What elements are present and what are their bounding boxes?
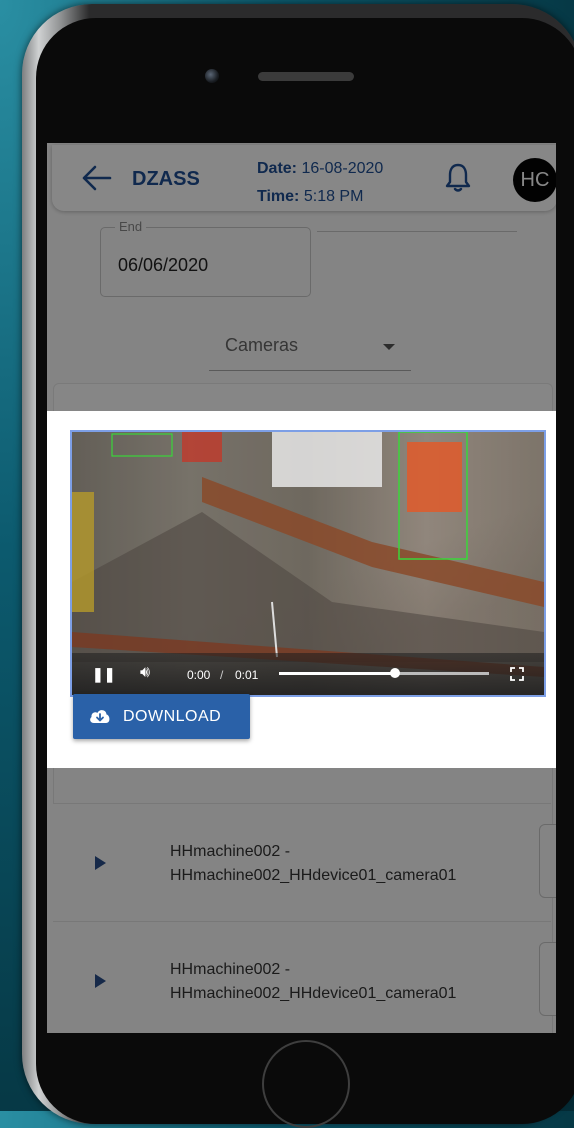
- play-icon[interactable]: [95, 856, 106, 870]
- earpiece-speaker: [258, 72, 354, 81]
- end-date-value: 06/06/2020: [118, 255, 209, 275]
- recording-machine: HHmachine002 -: [170, 961, 291, 978]
- recording-machine: HHmachine002 -: [170, 843, 291, 860]
- next-field-border: [317, 231, 517, 232]
- back-arrow-icon[interactable]: [82, 165, 112, 191]
- recording-name: HHmachine002 - HHmachine002_HHdevice01_c…: [170, 958, 456, 1006]
- app-title: DZASS: [132, 168, 200, 190]
- camera-select-label: Cameras: [225, 335, 299, 355]
- seek-bar[interactable]: [279, 668, 489, 678]
- download-label: DOWNLOAD: [123, 708, 222, 725]
- end-date-label: End: [115, 219, 147, 234]
- download-button[interactable]: DOWNLOAD: [73, 694, 250, 739]
- seek-handle[interactable]: [389, 668, 400, 678]
- volume-icon[interactable]: 🔊︎: [140, 664, 150, 682]
- avatar[interactable]: HC: [513, 158, 556, 202]
- date-time: Date: 16-08-2020 Time: 5:18 PM: [257, 155, 383, 211]
- dropdown-arrow-icon: [383, 344, 395, 350]
- video-player[interactable]: ❚❚ 🔊︎ 0:00 / 0:01: [70, 430, 546, 697]
- video-modal: ❚❚ 🔊︎ 0:00 / 0:01 DOWNLOAD: [47, 411, 556, 768]
- camera-select[interactable]: Cameras: [209, 327, 411, 371]
- home-button[interactable]: [262, 1040, 350, 1128]
- date-value: 16-08-2020: [301, 160, 384, 177]
- row-action-button[interactable]: [539, 824, 556, 898]
- row-action-button[interactable]: [539, 942, 556, 1016]
- duration: 0:01: [235, 668, 259, 682]
- play-icon[interactable]: [95, 974, 106, 988]
- cloud-download-icon: [90, 710, 110, 723]
- app-screen: DZASS Date: 16-08-2020 Time: 5:18 PM HC …: [47, 143, 556, 1033]
- date-label: Date:: [257, 160, 298, 177]
- app-header: DZASS Date: 16-08-2020 Time: 5:18 PM HC: [52, 145, 556, 211]
- recording-camera: HHmachine002_HHdevice01_camera01: [170, 867, 457, 884]
- recording-name: HHmachine002 - HHmachine002_HHdevice01_c…: [170, 840, 456, 888]
- current-time: 0:00: [187, 668, 211, 682]
- bell-icon[interactable]: [444, 161, 472, 193]
- list-item[interactable]: HHmachine002 - HHmachine002_HHdevice01_c…: [53, 921, 556, 1033]
- time-separator: /: [220, 668, 224, 682]
- front-camera: [205, 69, 219, 83]
- video-controls: ❚❚ 🔊︎ 0:00 / 0:01: [72, 653, 544, 695]
- list-item[interactable]: HHmachine002 - HHmachine002_HHdevice01_c…: [53, 803, 556, 922]
- seek-bar-fill: [279, 672, 395, 675]
- time-value: 5:18 PM: [303, 188, 364, 205]
- recording-camera: HHmachine002_HHdevice01_camera01: [170, 985, 457, 1002]
- end-date-field[interactable]: End 06/06/2020: [100, 219, 311, 297]
- time-label: Time:: [257, 188, 300, 205]
- pause-icon[interactable]: ❚❚: [92, 666, 115, 683]
- fullscreen-icon[interactable]: [510, 667, 524, 681]
